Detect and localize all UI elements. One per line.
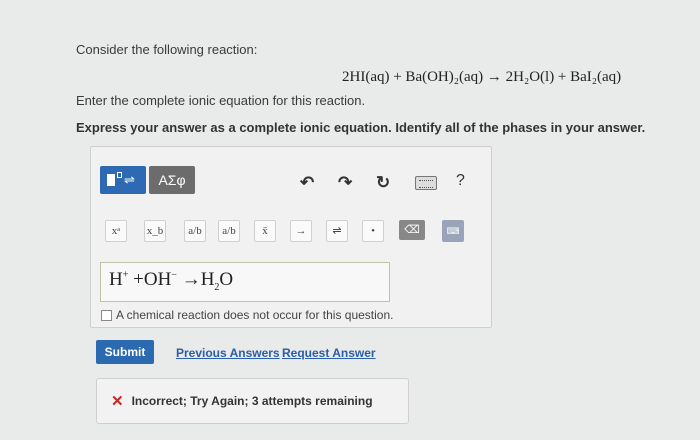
- reset-icon[interactable]: ↻: [376, 173, 390, 193]
- request-answer-link[interactable]: Request Answer: [282, 346, 376, 360]
- no-reaction-checkbox[interactable]: [101, 309, 112, 321]
- no-reaction-option[interactable]: A chemical reaction does not occur for t…: [101, 308, 393, 322]
- feedback-text: Incorrect; Try Again; 3 attempts remaini…: [131, 394, 373, 408]
- fraction-key[interactable]: a/b: [184, 220, 206, 242]
- superscript-key[interactable]: xᵃ: [105, 220, 127, 242]
- answer-input[interactable]: H+ +OH− →H2O: [100, 262, 390, 302]
- subscript-key[interactable]: x_b: [144, 220, 166, 242]
- reaction-arrow-key[interactable]: →: [290, 220, 312, 242]
- templates-button[interactable]: ⇌: [100, 166, 146, 194]
- dot-key[interactable]: •: [362, 220, 384, 242]
- mixed-fraction-key[interactable]: a/b: [218, 220, 240, 242]
- feedback-panel: ✕ Incorrect; Try Again; 3 attempts remai…: [96, 378, 409, 424]
- keyboard-toggle-key[interactable]: ⌨: [442, 220, 464, 242]
- undo-icon[interactable]: ↶: [300, 173, 314, 193]
- redo-icon[interactable]: ↷: [338, 173, 352, 193]
- greek-symbols-button[interactable]: ΑΣφ: [149, 166, 195, 194]
- equilibrium-arrow-key[interactable]: ⇌: [326, 220, 348, 242]
- delete-key[interactable]: ⌫: [399, 220, 425, 240]
- question-instruction: Enter the complete ionic equation for th…: [76, 93, 366, 108]
- question-prompt: Consider the following reaction:: [76, 42, 258, 57]
- help-icon[interactable]: ?: [456, 172, 465, 190]
- no-reaction-label: A chemical reaction does not occur for t…: [116, 308, 394, 322]
- submit-button[interactable]: Submit: [96, 340, 154, 364]
- previous-answers-link[interactable]: Previous Answers: [176, 346, 280, 360]
- template-icon: [107, 174, 115, 186]
- incorrect-icon: ✕: [111, 393, 124, 410]
- reaction-equation: 2HI(aq) + Ba(OH)₂(aq) → 2H₂O(l) + BaI₂(a…: [342, 69, 622, 85]
- overbar-key[interactable]: x̄: [254, 220, 276, 242]
- express-instruction: Express your answer as a complete ionic …: [76, 120, 646, 135]
- keyboard-shortcuts-icon[interactable]: [415, 176, 437, 190]
